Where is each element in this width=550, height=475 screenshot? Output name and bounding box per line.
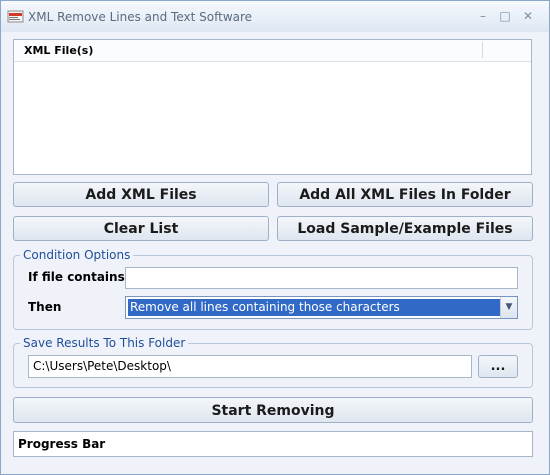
main-content: XML File(s) Add XML Files Add All XML Fi…	[1, 33, 549, 474]
column-divider[interactable]	[482, 42, 483, 58]
then-label: Then	[28, 300, 62, 314]
save-results-group: Save Results To This Folder C:\Users\Pet…	[13, 336, 533, 388]
then-action-select[interactable]: Remove all lines containing those charac…	[125, 296, 518, 319]
minimize-icon[interactable]: –	[475, 9, 491, 23]
condition-options-legend: Condition Options	[20, 248, 134, 262]
add-xml-files-button[interactable]: Add XML Files	[13, 182, 269, 207]
save-results-legend: Save Results To This Folder	[20, 336, 189, 350]
close-icon[interactable]: ✕	[520, 9, 536, 23]
start-removing-button[interactable]: Start Removing	[13, 397, 533, 423]
list-header: XML File(s)	[14, 40, 531, 62]
condition-options-group: Condition Options If file contains Then …	[13, 248, 533, 330]
then-selected-value: Remove all lines containing those charac…	[128, 299, 500, 316]
window-title: XML Remove Lines and Text Software	[28, 10, 253, 24]
title-bar[interactable]: XML Remove Lines and Text Software – □ ✕	[1, 1, 549, 32]
progress-bar: Progress Bar	[13, 431, 533, 457]
maximize-icon[interactable]: □	[497, 9, 513, 23]
add-all-files-in-folder-button[interactable]: Add All XML Files In Folder	[277, 182, 533, 207]
browse-folder-button[interactable]: ...	[478, 355, 518, 378]
chevron-down-icon[interactable]: ▼	[500, 297, 517, 318]
xml-document-icon	[7, 10, 24, 23]
save-folder-path-input[interactable]: C:\Users\Pete\Desktop\	[28, 355, 472, 378]
column-header-xml-files[interactable]: XML File(s)	[24, 44, 93, 57]
if-file-contains-label: If file contains	[28, 270, 125, 284]
clear-list-button[interactable]: Clear List	[13, 216, 269, 241]
app-window: XML Remove Lines and Text Software – □ ✕…	[0, 0, 550, 475]
if-file-contains-input[interactable]	[125, 267, 518, 289]
xml-file-list[interactable]: XML File(s)	[13, 39, 532, 175]
load-sample-files-button[interactable]: Load Sample/Example Files	[277, 216, 533, 241]
